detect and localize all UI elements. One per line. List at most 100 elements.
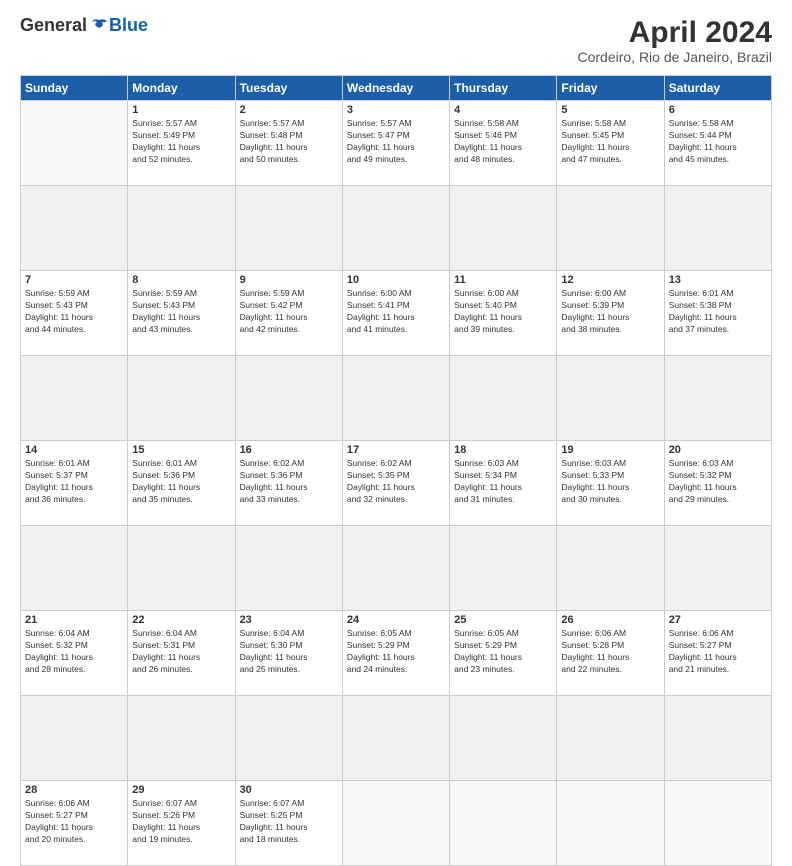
calendar-cell: 24Sunrise: 6:05 AMSunset: 5:29 PMDayligh… xyxy=(342,611,449,696)
day-number: 23 xyxy=(240,614,338,626)
calendar-cell: 30 Sunrise: 6:07 AMSunset: 5:25 PMDayligh… xyxy=(235,781,342,866)
page: General Blue April 2024 Cordeiro, Rio de… xyxy=(0,0,792,612)
calendar-cell: 15 Sunrise: 6:01 AMSunset: 5:36 PMDayligh… xyxy=(128,441,235,526)
day-info: Sunrise: 6:06 AMSunset: 5:28 PMDaylight:… xyxy=(561,628,659,676)
day-info: Sunrise: 5:59 AMSunset: 5:42 PMDaylight:… xyxy=(240,288,338,336)
day-info: Sunrise: 6:06 AMSunset: 5:27 PMDaylight:… xyxy=(25,798,123,846)
day-number: 14 xyxy=(25,444,123,456)
day-number: 11 xyxy=(454,274,552,286)
calendar-week-row: 28 Sunrise: 6:06 AMSunset: 5:27 PMDayligh… xyxy=(21,781,772,866)
day-info: Sunrise: 6:02 AMSunset: 5:36 PMDaylight:… xyxy=(240,458,338,506)
title-block: April 2024 Cordeiro, Rio de Janeiro, Bra… xyxy=(577,16,772,65)
day-number: 7 xyxy=(25,274,123,286)
day-info: Sunrise: 6:05 AMSunset: 5:29 PMDaylight:… xyxy=(454,628,552,676)
day-number: 30 xyxy=(240,784,338,796)
calendar-subtitle: Cordeiro, Rio de Janeiro, Brazil xyxy=(577,49,772,65)
day-number: 20 xyxy=(669,444,767,456)
calendar-cell: 4Sunrise: 5:58 AMSunset: 5:46 PMDaylight… xyxy=(450,101,557,186)
day-number: 25 xyxy=(454,614,552,626)
calendar-cell: 5 Sunrise: 5:58 AMSunset: 5:45 PMDaylight… xyxy=(557,101,664,186)
header-sunday: Sunday xyxy=(21,76,128,101)
day-number: 6 xyxy=(669,104,767,116)
calendar-cell: 6Sunrise: 5:58 AMSunset: 5:44 PMDaylight… xyxy=(664,101,771,186)
day-number: 17 xyxy=(347,444,445,456)
calendar-cell: 10 Sunrise: 6:00 AMSunset: 5:41 PMDayligh… xyxy=(342,271,449,356)
day-number: 18 xyxy=(454,444,552,456)
day-info: Sunrise: 6:07 AMSunset: 5:25 PMDaylight:… xyxy=(240,798,338,846)
logo: General Blue xyxy=(20,16,148,36)
calendar-cell xyxy=(450,781,557,866)
week-divider xyxy=(21,696,772,781)
day-info: Sunrise: 6:07 AMSunset: 5:26 PMDaylight:… xyxy=(132,798,230,846)
header-saturday: Saturday xyxy=(664,76,771,101)
day-number: 26 xyxy=(561,614,659,626)
calendar-cell: 19 Sunrise: 6:03 AMSunset: 5:33 PMDayligh… xyxy=(557,441,664,526)
day-number: 15 xyxy=(132,444,230,456)
header-wednesday: Wednesday xyxy=(342,76,449,101)
weekday-header-row: Sunday Monday Tuesday Wednesday Thursday… xyxy=(21,76,772,101)
header-friday: Friday xyxy=(557,76,664,101)
calendar-cell: 25 Sunrise: 6:05 AMSunset: 5:29 PMDayligh… xyxy=(450,611,557,696)
day-info: Sunrise: 6:00 AMSunset: 5:39 PMDaylight:… xyxy=(561,288,659,336)
day-number: 27 xyxy=(669,614,767,626)
day-number: 1 xyxy=(132,104,230,116)
calendar-cell: 11 Sunrise: 6:00 AMSunset: 5:40 PMDayligh… xyxy=(450,271,557,356)
day-number: 2 xyxy=(240,104,338,116)
calendar-cell: 27Sunrise: 6:06 AMSunset: 5:27 PMDayligh… xyxy=(664,611,771,696)
calendar-cell: 26 Sunrise: 6:06 AMSunset: 5:28 PMDayligh… xyxy=(557,611,664,696)
calendar-cell: 9 Sunrise: 5:59 AMSunset: 5:42 PMDaylight… xyxy=(235,271,342,356)
day-number: 16 xyxy=(240,444,338,456)
calendar-cell: 14Sunrise: 6:01 AMSunset: 5:37 PMDayligh… xyxy=(21,441,128,526)
day-number: 22 xyxy=(132,614,230,626)
day-info: Sunrise: 6:03 AMSunset: 5:32 PMDaylight:… xyxy=(669,458,767,506)
calendar-cell: 20 Sunrise: 6:03 AMSunset: 5:32 PMDayligh… xyxy=(664,441,771,526)
calendar-cell: 8 Sunrise: 5:59 AMSunset: 5:43 PMDaylight… xyxy=(128,271,235,356)
day-info: Sunrise: 5:59 AMSunset: 5:43 PMDaylight:… xyxy=(132,288,230,336)
logo-blue-text: Blue xyxy=(109,16,148,36)
calendar-week-row: 1 Sunrise: 5:57 AMSunset: 5:49 PMDaylight… xyxy=(21,101,772,186)
day-number: 5 xyxy=(561,104,659,116)
day-info: Sunrise: 5:59 AMSunset: 5:43 PMDaylight:… xyxy=(25,288,123,336)
calendar-cell: 23 Sunrise: 6:04 AMSunset: 5:30 PMDayligh… xyxy=(235,611,342,696)
calendar-cell: 16 Sunrise: 6:02 AMSunset: 5:36 PMDayligh… xyxy=(235,441,342,526)
day-info: Sunrise: 5:57 AMSunset: 5:49 PMDaylight:… xyxy=(132,118,230,166)
day-number: 9 xyxy=(240,274,338,286)
day-info: Sunrise: 6:01 AMSunset: 5:36 PMDaylight:… xyxy=(132,458,230,506)
day-info: Sunrise: 6:04 AMSunset: 5:30 PMDaylight:… xyxy=(240,628,338,676)
day-number: 8 xyxy=(132,274,230,286)
calendar-cell xyxy=(21,101,128,186)
calendar-cell: 12Sunrise: 6:00 AMSunset: 5:39 PMDayligh… xyxy=(557,271,664,356)
calendar-cell: 17 Sunrise: 6:02 AMSunset: 5:35 PMDayligh… xyxy=(342,441,449,526)
calendar-cell: 18Sunrise: 6:03 AMSunset: 5:34 PMDayligh… xyxy=(450,441,557,526)
calendar-cell: 2 Sunrise: 5:57 AMSunset: 5:48 PMDaylight… xyxy=(235,101,342,186)
day-number: 24 xyxy=(347,614,445,626)
week-divider xyxy=(21,186,772,271)
day-number: 10 xyxy=(347,274,445,286)
day-info: Sunrise: 6:00 AMSunset: 5:40 PMDaylight:… xyxy=(454,288,552,336)
calendar-cell: 7 Sunrise: 5:59 AMSunset: 5:43 PMDaylight… xyxy=(21,271,128,356)
day-number: 4 xyxy=(454,104,552,116)
day-info: Sunrise: 6:03 AMSunset: 5:33 PMDaylight:… xyxy=(561,458,659,506)
calendar-cell: 21Sunrise: 6:04 AMSunset: 5:32 PMDayligh… xyxy=(21,611,128,696)
week-divider xyxy=(21,356,772,441)
day-info: Sunrise: 5:58 AMSunset: 5:45 PMDaylight:… xyxy=(561,118,659,166)
day-info: Sunrise: 6:01 AMSunset: 5:38 PMDaylight:… xyxy=(669,288,767,336)
day-number: 19 xyxy=(561,444,659,456)
header: General Blue April 2024 Cordeiro, Rio de… xyxy=(20,16,772,65)
calendar-cell: 13 Sunrise: 6:01 AMSunset: 5:38 PMDayligh… xyxy=(664,271,771,356)
header-thursday: Thursday xyxy=(450,76,557,101)
day-info: Sunrise: 5:57 AMSunset: 5:48 PMDaylight:… xyxy=(240,118,338,166)
logo-general-text: General xyxy=(20,16,87,36)
day-number: 13 xyxy=(669,274,767,286)
calendar-cell: 28 Sunrise: 6:06 AMSunset: 5:27 PMDayligh… xyxy=(21,781,128,866)
calendar-table: Sunday Monday Tuesday Wednesday Thursday… xyxy=(20,75,772,866)
day-info: Sunrise: 6:02 AMSunset: 5:35 PMDaylight:… xyxy=(347,458,445,506)
calendar-week-row: 7 Sunrise: 5:59 AMSunset: 5:43 PMDaylight… xyxy=(21,271,772,356)
calendar-week-row: 21Sunrise: 6:04 AMSunset: 5:32 PMDayligh… xyxy=(21,611,772,696)
day-info: Sunrise: 6:00 AMSunset: 5:41 PMDaylight:… xyxy=(347,288,445,336)
day-number: 21 xyxy=(25,614,123,626)
day-number: 28 xyxy=(25,784,123,796)
calendar-week-row: 14Sunrise: 6:01 AMSunset: 5:37 PMDayligh… xyxy=(21,441,772,526)
header-tuesday: Tuesday xyxy=(235,76,342,101)
calendar-cell: 29Sunrise: 6:07 AMSunset: 5:26 PMDayligh… xyxy=(128,781,235,866)
